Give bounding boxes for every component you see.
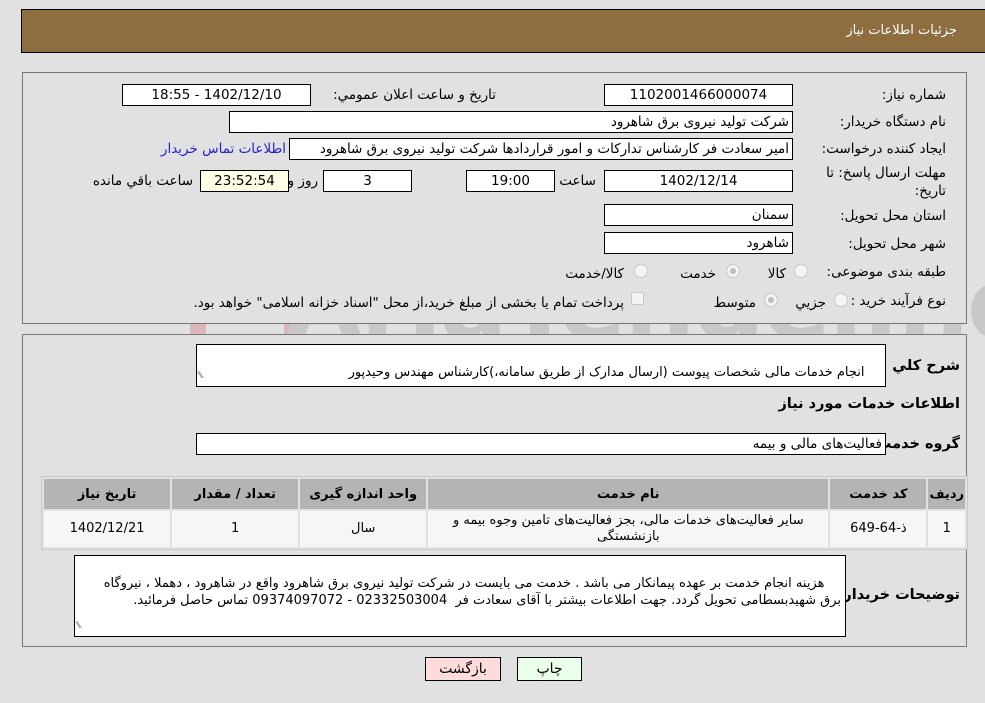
- category-option-goods-service: کالا/خدمت: [565, 266, 624, 282]
- treasury-note: پرداخت تمام یا بخشی از مبلغ خرید،از محل …: [193, 295, 624, 311]
- table-header-row: ردیف کد خدمت نام خدمت واحد اندازه گیری ت…: [44, 479, 965, 509]
- deadline-date-field: 1402/12/14: [604, 170, 793, 192]
- category-option-goods: کالا: [767, 266, 786, 282]
- category-radio-service[interactable]: [726, 264, 740, 278]
- cell-name: سایر فعالیت‌های خدمات مالی، بجز فعالیت‌ه…: [428, 511, 829, 547]
- resize-grip-icon[interactable]: ⁄⁄: [199, 368, 202, 385]
- cell-code: ذ-64-649: [830, 511, 927, 547]
- deadline-time-field: 19:00: [466, 170, 555, 192]
- col-header-date: تاریخ نیاز: [44, 479, 171, 509]
- buyer-org-field: شرکت تولید نیروی برق شاهرود: [229, 111, 793, 133]
- cell-unit: سال: [300, 511, 427, 547]
- process-radio-minor[interactable]: [834, 293, 848, 307]
- buyer-notes-text: هزینه انجام خدمت بر عهده پیمانکار می باش…: [99, 576, 841, 608]
- resize-grip-icon[interactable]: ⁄⁄: [77, 618, 80, 635]
- description-textarea[interactable]: انجام خدمات مالی شخصات پیوست (ارسال مدار…: [196, 344, 886, 387]
- description-text: انجام خدمات مالی شخصات پیوست (ارسال مدار…: [348, 365, 865, 380]
- announce-date-label: تاریخ و ساعت اعلان عمومي:: [333, 87, 496, 103]
- services-table: ردیف کد خدمت نام خدمت واحد اندازه گیری ت…: [41, 476, 968, 550]
- process-radio-medium[interactable]: [764, 293, 778, 307]
- creator-label: ایجاد کننده درخواست:: [821, 141, 946, 157]
- col-header-row: ردیف: [928, 479, 965, 509]
- creator-field: امیر سعادت فر کارشناس تدارکات و امور قرا…: [289, 138, 793, 160]
- page-header: جزئیات اطلاعات نیاز: [21, 9, 985, 53]
- city-field: شاهرود: [604, 232, 793, 254]
- page-title: جزئیات اطلاعات نیاز: [846, 23, 957, 38]
- cell-date: 1402/12/21: [44, 511, 171, 547]
- buyer-contact-link[interactable]: اطلاعات تماس خریدار: [161, 141, 286, 157]
- buyer-notes-label: توضیحات خریدار:: [837, 587, 960, 603]
- category-option-service: خدمت: [680, 266, 716, 282]
- treasury-checkbox[interactable]: [631, 292, 644, 305]
- need-number-label: شماره نیاز:: [881, 87, 946, 103]
- need-details-panel: شماره نیاز: 1102001466000074 تاریخ و ساع…: [22, 72, 967, 324]
- days-label: روز و: [287, 173, 318, 189]
- services-heading: اطلاعات خدمات مورد نیاز: [778, 396, 960, 412]
- cell-qty: 1: [172, 511, 299, 547]
- col-header-code: کد خدمت: [830, 479, 927, 509]
- cell-row: 1: [928, 511, 965, 547]
- remaining-time-field: 23:52:54: [200, 170, 289, 192]
- need-number-field: 1102001466000074: [604, 84, 793, 106]
- col-header-name: نام خدمت: [428, 479, 829, 509]
- process-label: نوع فرآیند خرید :: [850, 293, 946, 309]
- print-button[interactable]: چاپ: [517, 657, 582, 681]
- deadline-time-label: ساعت: [559, 173, 596, 189]
- city-label: شهر محل تحویل:: [848, 236, 946, 252]
- deadline-label-date: تاریخ:: [914, 183, 946, 199]
- back-button[interactable]: بازگشت: [425, 657, 501, 681]
- buyer-org-label: نام دستگاه خریدار:: [839, 114, 946, 130]
- category-label: طبقه بندی موضوعی:: [826, 264, 946, 280]
- province-label: استان محل تحویل:: [840, 208, 946, 224]
- buyer-notes-textarea[interactable]: هزینه انجام خدمت بر عهده پیمانکار می باش…: [74, 555, 846, 637]
- service-group-field: فعالیت‌های مالی و بیمه: [196, 433, 886, 455]
- category-radio-goods-service[interactable]: [634, 264, 648, 278]
- deadline-label: مهلت ارسال پاسخ: تا: [826, 165, 946, 181]
- col-header-qty: تعداد / مقدار: [172, 479, 299, 509]
- process-option-medium: متوسط: [713, 295, 756, 311]
- col-header-unit: واحد اندازه گیری: [300, 479, 427, 509]
- remaining-label: ساعت باقي مانده: [92, 173, 193, 189]
- category-radio-goods[interactable]: [794, 264, 808, 278]
- days-field: 3: [323, 170, 412, 192]
- process-option-minor: جزيي: [795, 295, 826, 311]
- province-field: سمنان: [604, 204, 793, 226]
- need-summary-panel: شرح کلي نیاز: انجام خدمات مالی شخصات پیو…: [22, 334, 968, 647]
- table-row: 1 ذ-64-649 سایر فعالیت‌های خدمات مالی، ب…: [44, 511, 965, 547]
- announce-date-field: 1402/12/10 - 18:55: [122, 84, 311, 106]
